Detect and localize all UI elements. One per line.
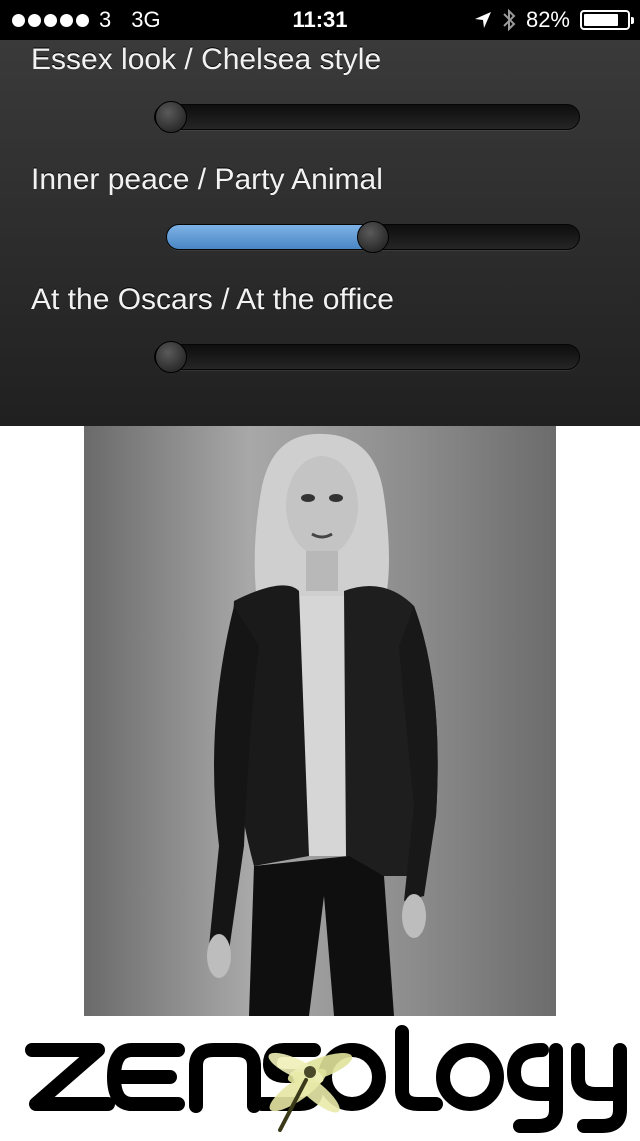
slider-style[interactable]	[154, 101, 580, 133]
slider-fill	[167, 225, 373, 249]
status-bar: 3 3G 11:31 82%	[0, 0, 640, 40]
network-type: 3G	[131, 7, 161, 32]
slider-thumb[interactable]	[155, 341, 187, 373]
status-right: 82%	[474, 0, 634, 40]
signal-strength-icon	[12, 13, 89, 27]
slider-label-occasion: At the Oscars / At the office	[31, 283, 394, 316]
zensology-logo-mark	[25, 1025, 627, 1133]
slider-mood[interactable]	[166, 221, 580, 253]
fashion-photo	[84, 426, 556, 1016]
slider-label-style: Essex look / Chelsea style	[31, 43, 382, 76]
battery-icon	[580, 10, 634, 30]
bluetooth-icon	[503, 8, 516, 32]
carrier-name: 3	[99, 7, 112, 32]
preferences-panel: Essex look / Chelsea style Inner peace /…	[0, 40, 640, 426]
slider-label-mood: Inner peace / Party Animal	[31, 163, 383, 196]
dragonfly-icon	[268, 1052, 353, 1132]
zensology-logo	[0, 1020, 640, 1136]
status-left: 3 3G	[12, 0, 161, 40]
slider-thumb[interactable]	[357, 221, 389, 253]
slider-thumb[interactable]	[155, 101, 187, 133]
battery-percent: 82%	[525, 7, 570, 32]
slider-occasion[interactable]	[154, 341, 580, 373]
location-arrow-icon	[474, 12, 491, 28]
